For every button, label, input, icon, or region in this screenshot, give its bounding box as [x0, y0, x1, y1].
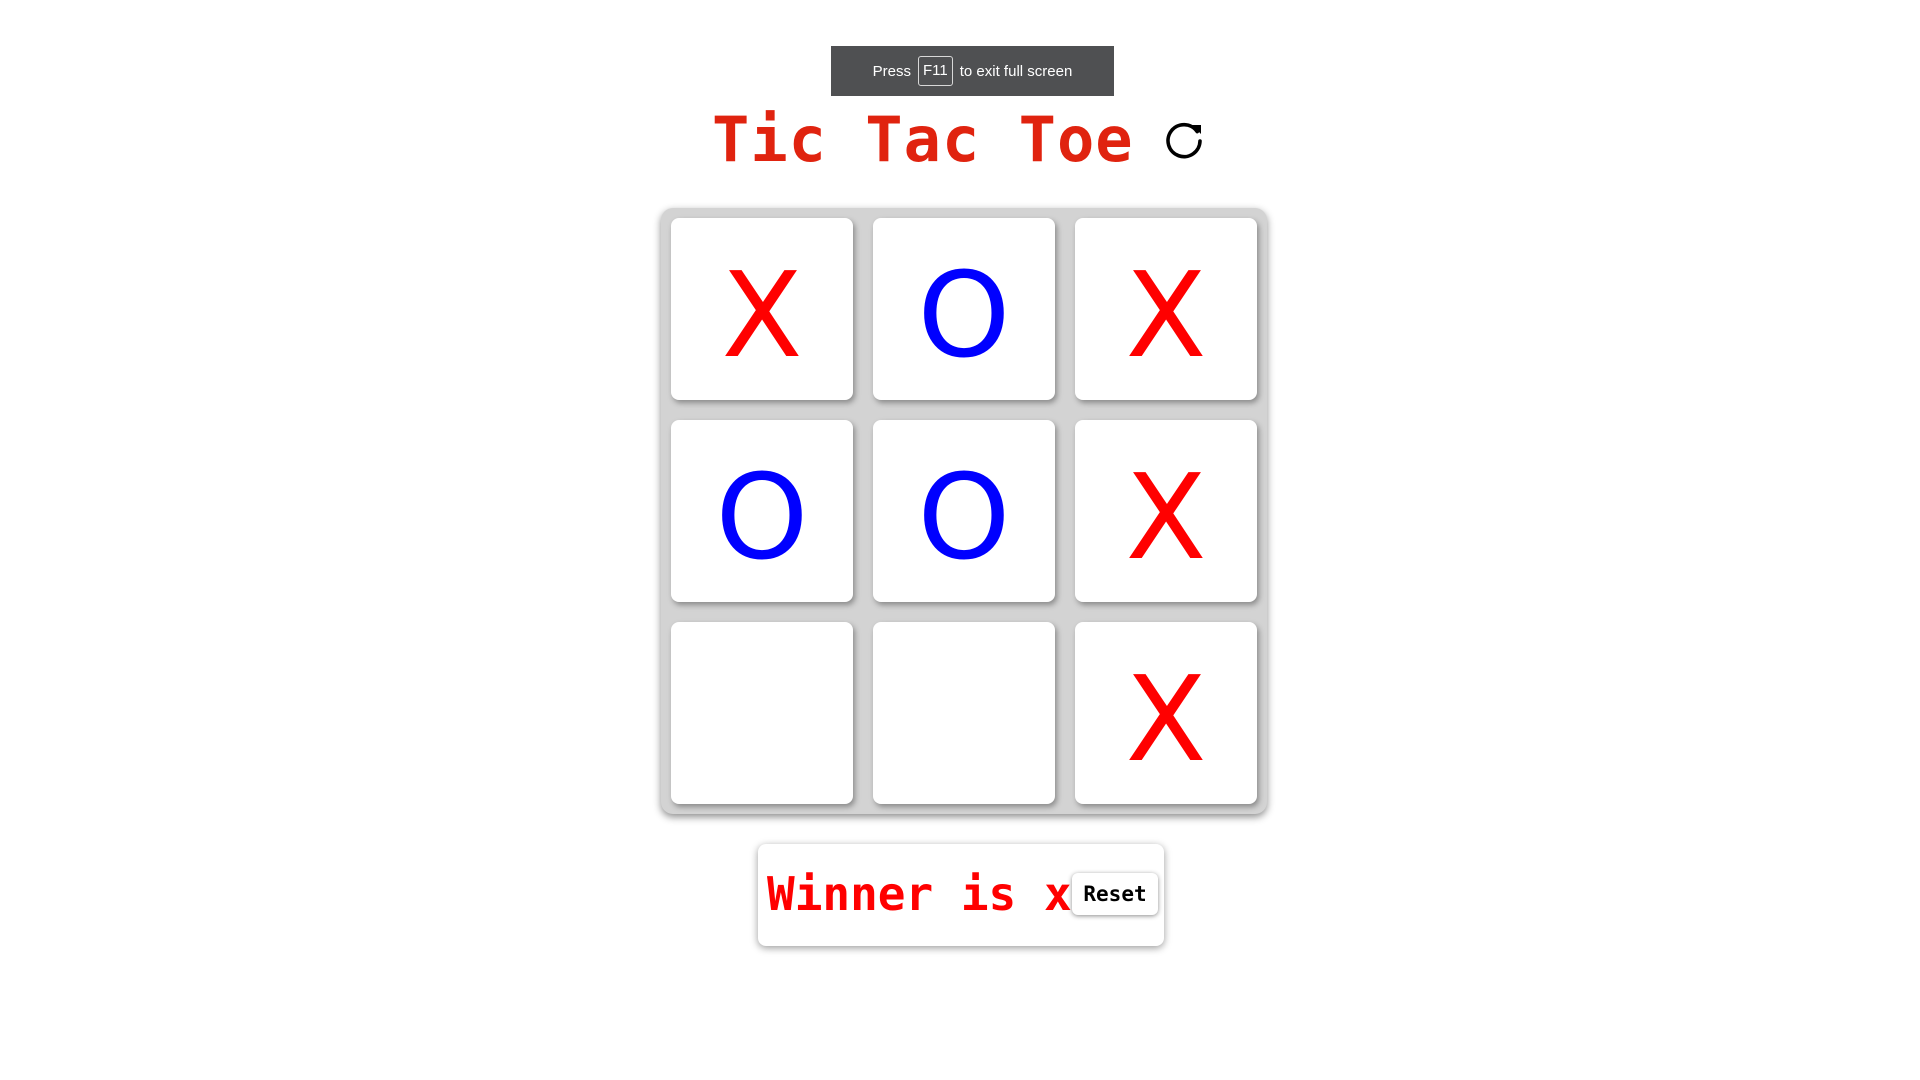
fullscreen-notice-suffix: to exit full screen [959, 62, 1073, 80]
board-cell-9[interactable]: X [1075, 622, 1257, 804]
game-page: Press F11 to exit full screen Tic Tac To… [0, 0, 1920, 1080]
reload-icon[interactable] [1160, 116, 1208, 164]
board-cell-7[interactable] [671, 622, 853, 804]
board-cell-8[interactable] [873, 622, 1055, 804]
f11-key-label: F11 [918, 56, 953, 86]
game-board: X O X O O X X [661, 208, 1267, 814]
reset-button[interactable]: Reset [1072, 873, 1158, 915]
board-cell-3[interactable]: X [1075, 218, 1257, 400]
status-panel: Winner is x Reset [758, 844, 1164, 946]
board-cell-5[interactable]: O [873, 420, 1055, 602]
fullscreen-notice-prefix: Press [872, 62, 912, 80]
winner-message: Winner is x [767, 867, 1072, 921]
board-cell-2[interactable]: O [873, 218, 1055, 400]
board-cell-4[interactable]: O [671, 420, 853, 602]
reload-icon-graphic [1166, 122, 1202, 159]
board-cell-1[interactable]: X [671, 218, 853, 400]
board-cell-6[interactable]: X [1075, 420, 1257, 602]
fullscreen-notice: Press F11 to exit full screen [831, 46, 1114, 96]
page-title: Tic Tac Toe [712, 103, 1134, 176]
